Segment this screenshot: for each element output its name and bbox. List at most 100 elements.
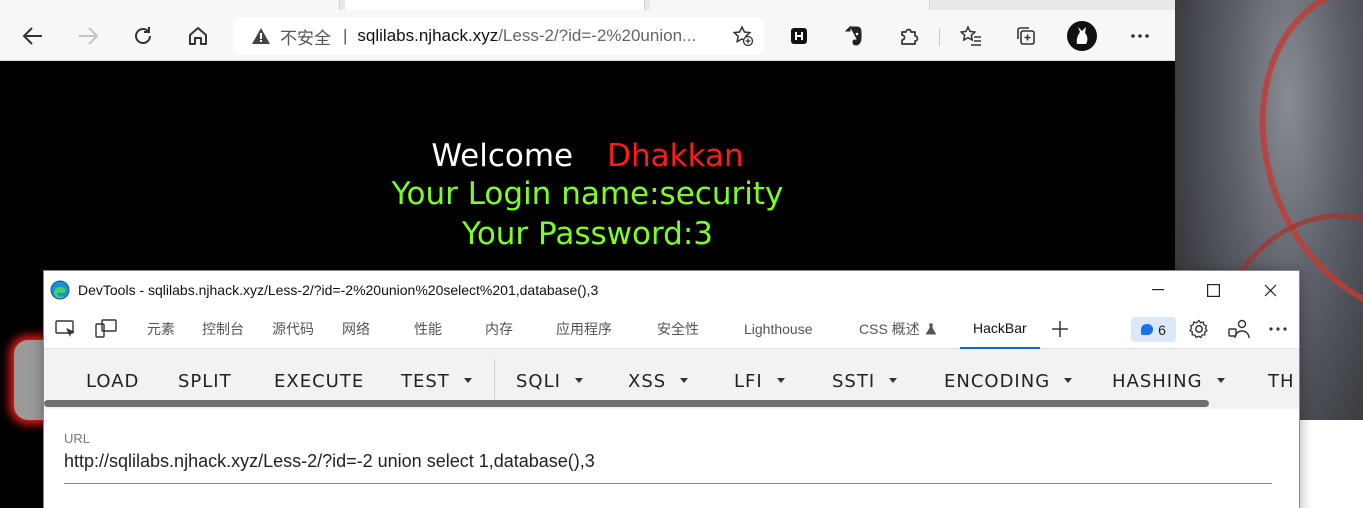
password-line: Your Password:3 — [462, 216, 713, 252]
tab-network[interactable]: 网络 — [342, 309, 370, 349]
chevron-down-icon — [1064, 377, 1073, 383]
url-path: /Less-2/?id=-2%20union... — [498, 26, 697, 45]
settings-more-button[interactable] — [1124, 21, 1156, 51]
home-icon — [189, 27, 207, 45]
collections-button[interactable] — [1010, 21, 1042, 51]
settings-gear-icon[interactable] — [1187, 319, 1211, 339]
puzzle-icon — [901, 28, 919, 45]
devtools-tabbar: 元素 控制台 源代码 网络 性能 内存 应用程序 安全性 Lighthouse … — [44, 309, 1299, 349]
hackbar-th-dropdown[interactable]: TH — [1268, 371, 1295, 392]
warning-icon[interactable] — [250, 26, 272, 46]
profile-avatar-icon — [1067, 21, 1097, 51]
desktop-window-edge — [1300, 420, 1363, 508]
hackbar-hashing-label: HASHING — [1112, 371, 1203, 392]
hackbar-execute-button[interactable]: EXECUTE — [274, 371, 364, 392]
tab-application[interactable]: 应用程序 — [556, 309, 612, 349]
collections-icon — [1017, 27, 1035, 45]
hackbar-xss-dropdown[interactable]: XSS — [628, 371, 689, 392]
minimize-icon — [1152, 289, 1164, 291]
hackbar-ssti-dropdown[interactable]: SSTI — [832, 371, 898, 392]
edge-logo-icon — [50, 280, 70, 300]
back-arrow-icon — [22, 27, 42, 45]
tab-performance[interactable]: 性能 — [414, 309, 442, 349]
hackbar-encoding-dropdown[interactable]: ENCODING — [944, 371, 1073, 392]
more-tabs-plus-icon[interactable] — [1048, 319, 1072, 339]
hackbar-lfi-dropdown[interactable]: LFI — [734, 371, 785, 392]
chevron-down-icon — [776, 377, 785, 383]
hackbar-hashing-dropdown[interactable]: HASHING — [1112, 371, 1225, 392]
close-icon — [1264, 284, 1276, 296]
favorites-button[interactable] — [955, 21, 987, 51]
customize-icon[interactable] — [1227, 319, 1251, 339]
tab-security[interactable]: 安全性 — [657, 309, 699, 349]
login-name-line: Your Login name:security — [391, 176, 784, 212]
forward-arrow-icon — [79, 27, 99, 45]
tab-sources[interactable]: 源代码 — [272, 309, 314, 349]
maximize-icon — [1206, 283, 1220, 297]
hackbar-load-button[interactable]: LOAD — [86, 371, 139, 392]
hackbar-encoding-label: ENCODING — [944, 371, 1051, 392]
back-button[interactable] — [17, 21, 49, 51]
tab-console[interactable]: 控制台 — [202, 309, 244, 349]
device-emulation-icon[interactable] — [94, 319, 118, 339]
hackbar-toolbar: LOAD SPLIT EXECUTE TEST SQLI XSS LFI SST… — [44, 349, 1299, 409]
more-options-icon[interactable] — [1266, 319, 1290, 339]
tab-memory[interactable]: 内存 — [485, 309, 513, 349]
chevron-down-icon — [680, 377, 689, 383]
more-dots-icon — [1131, 34, 1149, 38]
welcome-text: Welcome — [431, 138, 574, 174]
maximize-button[interactable] — [1190, 271, 1236, 309]
hackbar-extension-icon — [791, 28, 807, 44]
url-input[interactable]: http://sqlilabs.njhack.xyz/Less-2/?id=-2… — [64, 451, 595, 472]
address-separator: | — [343, 26, 348, 45]
hackbar-horizontal-scrollbar[interactable] — [44, 400, 1209, 407]
welcome-line: Welcome Dhakkan — [0, 138, 1175, 174]
close-button[interactable] — [1247, 271, 1293, 309]
reload-button[interactable] — [127, 21, 159, 51]
inspect-element-icon[interactable] — [54, 319, 78, 339]
hackbar-sqli-label: SQLI — [516, 371, 561, 392]
tab-strip — [0, 0, 1175, 10]
home-button[interactable] — [182, 21, 214, 51]
devtools-title: DevTools - sqlilabs.njhack.xyz/Less-2/?i… — [78, 282, 599, 298]
reload-icon — [135, 27, 151, 44]
hackbar-test-label: TEST — [401, 371, 450, 392]
devtools-window: DevTools - sqlilabs.njhack.xyz/Less-2/?i… — [43, 270, 1300, 508]
devtools-titlebar: DevTools - sqlilabs.njhack.xyz/Less-2/?i… — [44, 271, 1299, 309]
browser-tab-active[interactable] — [345, 0, 645, 10]
url-field-label: URL — [64, 431, 91, 446]
browser-toolbar: 不安全 | sqlilabs.njhack.xyz /Less-2/?id=-2… — [0, 10, 1175, 61]
hackbar-ssti-label: SSTI — [832, 371, 876, 392]
tab-elements[interactable]: 元素 — [147, 309, 175, 349]
evernote-icon — [844, 25, 862, 46]
url-host: sqlilabs.njhack.xyz — [357, 26, 499, 45]
favorites-icon — [959, 25, 981, 46]
hackbar-split-button[interactable]: SPLIT — [178, 371, 232, 392]
issues-bubble-icon — [1141, 324, 1154, 335]
chevron-down-icon — [574, 377, 583, 383]
hackbar-test-dropdown[interactable]: TEST — [401, 371, 472, 392]
tab-lighthouse[interactable]: Lighthouse — [744, 309, 813, 349]
chevron-down-icon — [463, 377, 472, 383]
browser-tab[interactable] — [650, 0, 930, 10]
security-label: 不安全 — [280, 28, 331, 48]
tab-hackbar[interactable]: HackBar — [960, 309, 1040, 349]
address-bar[interactable]: 不安全 | sqlilabs.njhack.xyz /Less-2/?id=-2… — [234, 17, 764, 55]
add-favorite-icon[interactable] — [732, 25, 754, 53]
tab-css-overview[interactable]: CSS 概述 — [859, 309, 937, 349]
toolbar-divider — [939, 28, 940, 46]
browser-tab[interactable] — [0, 0, 340, 10]
welcome-username: Dhakkan — [607, 138, 744, 174]
issues-badge[interactable]: 6 — [1131, 317, 1176, 342]
hackbar-sqli-dropdown[interactable]: SQLI — [516, 371, 583, 392]
extensions-button[interactable] — [893, 21, 925, 51]
extension-h-button[interactable] — [783, 21, 815, 51]
flask-icon — [925, 323, 937, 335]
hackbar-url-area: URL http://sqlilabs.njhack.xyz/Less-2/?i… — [44, 409, 1299, 508]
profile-button[interactable] — [1066, 21, 1098, 51]
chevron-down-icon — [889, 377, 898, 383]
forward-button[interactable] — [72, 21, 104, 51]
minimize-button[interactable] — [1135, 271, 1181, 309]
tab-css-overview-label: CSS 概述 — [859, 321, 920, 337]
evernote-button[interactable] — [838, 21, 870, 51]
